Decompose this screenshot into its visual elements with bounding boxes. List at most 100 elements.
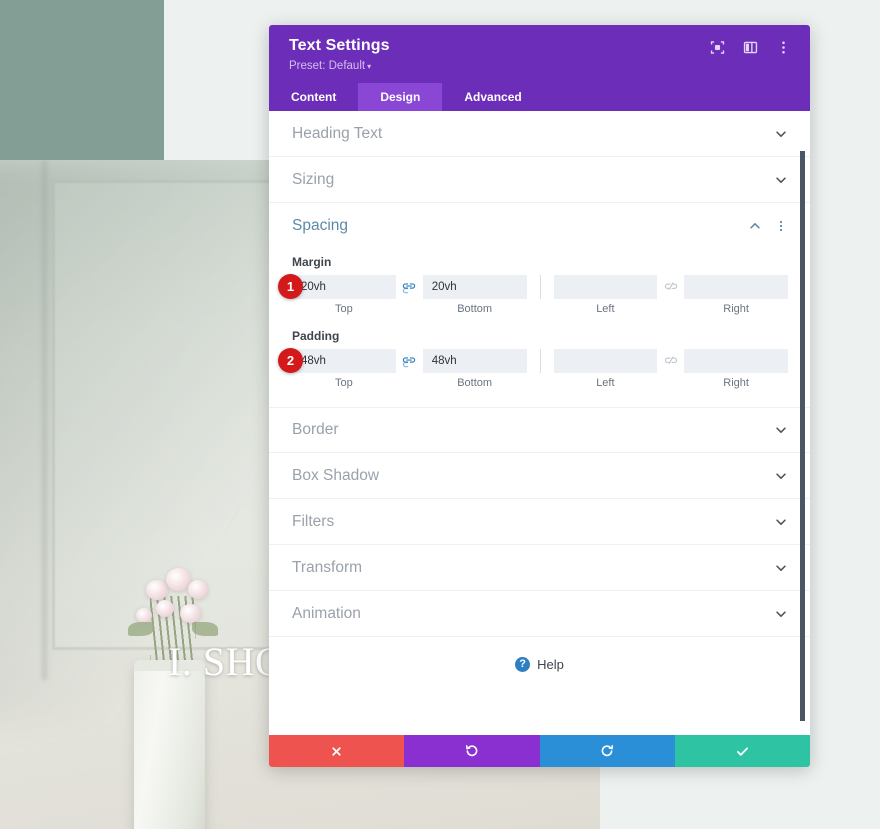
settings-scroll-area: Heading Text Sizing Spacing Margin 1 20v… <box>269 111 810 735</box>
padding-fields-row: 2 <box>278 348 788 373</box>
preset-selector[interactable]: Preset: Default ▾ <box>289 59 390 74</box>
section-label: Filters <box>292 512 335 530</box>
section-label: Heading Text <box>292 124 383 142</box>
annotation-badge-1: 1 <box>278 274 303 299</box>
padding-horizontal-pair <box>553 349 788 373</box>
padding-top-label: Top <box>335 377 353 389</box>
padding-bottom-label: Bottom <box>457 377 493 389</box>
section-heading-text[interactable]: Heading Text <box>269 111 810 157</box>
vase <box>134 660 205 829</box>
green-color-block <box>0 0 164 160</box>
padding-vertical-pair <box>292 349 527 373</box>
chevron-down-icon: ▾ <box>367 62 372 71</box>
margin-vertical-pair <box>292 275 527 299</box>
chevron-down-icon <box>774 469 788 483</box>
section-transform[interactable]: Transform <box>269 545 810 591</box>
margin-top-input[interactable] <box>292 275 396 299</box>
hero-overlay-heading: I. SHO <box>168 639 285 684</box>
link-chain-icon-padding-vertical[interactable] <box>396 349 423 373</box>
padding-top-input[interactable] <box>292 349 396 373</box>
flower-bloom <box>146 580 168 600</box>
flower-bloom <box>180 604 201 623</box>
modal-title: Text Settings <box>289 37 390 54</box>
margin-group-label: Margin <box>292 255 332 269</box>
margin-divider <box>539 275 541 299</box>
margin-left-label: Left <box>596 303 615 315</box>
padding-left-label: Left <box>596 377 615 389</box>
close-icon <box>330 745 343 758</box>
vertical-scrollbar[interactable] <box>800 151 805 721</box>
chevron-down-icon <box>774 423 788 437</box>
photo-wall-seam-left <box>42 160 47 680</box>
flower-bloom <box>136 608 152 623</box>
check-icon <box>735 744 750 759</box>
modal-footer <box>269 735 810 767</box>
chevron-down-icon <box>774 173 788 187</box>
margin-bottom-label: Bottom <box>457 303 493 315</box>
tab-design[interactable]: Design <box>358 83 443 111</box>
section-filters[interactable]: Filters <box>269 499 810 545</box>
modal-header: Text Settings Preset: Default ▾ <box>269 25 810 83</box>
preset-label: Preset: Default <box>289 60 366 72</box>
kebab-menu-icon[interactable] <box>774 219 788 233</box>
undo-icon <box>464 743 480 759</box>
help-icon: ? <box>515 657 531 672</box>
screen: I. SHO Text Settings Preset: Default ▾ C… <box>0 0 880 829</box>
padding-right-label: Right <box>723 377 749 389</box>
tab-advanced[interactable]: Advanced <box>442 83 543 111</box>
chevron-up-icon[interactable] <box>748 219 762 233</box>
margin-top-label: Top <box>335 303 353 315</box>
help-label: Help <box>537 657 564 672</box>
modal-body: Heading Text Sizing Spacing Margin 1 20v… <box>269 111 810 735</box>
focus-icon[interactable] <box>709 39 726 56</box>
section-label: Box Shadow <box>292 466 380 484</box>
margin-horizontal-pair <box>553 275 788 299</box>
margin-right-input[interactable] <box>684 275 788 299</box>
chevron-down-icon <box>774 127 788 141</box>
chevron-down-icon <box>774 515 788 529</box>
spacing-controls: Margin 1 20vh 20vh Top Bottom Left Right… <box>269 255 810 407</box>
link-chain-icon-margin-vertical[interactable] <box>396 275 423 299</box>
padding-bottom-input[interactable] <box>422 349 527 373</box>
cancel-button[interactable] <box>269 735 405 767</box>
padding-left-input[interactable] <box>553 349 658 373</box>
broken-chain-icon-padding-horizontal[interactable] <box>657 349 684 373</box>
annotation-badge-2: 2 <box>278 348 303 373</box>
section-sizing[interactable]: Sizing <box>269 157 810 203</box>
section-animation[interactable]: Animation <box>269 591 810 637</box>
padding-group-label: Padding <box>292 329 340 343</box>
margin-fields-row: 1 <box>278 274 788 299</box>
section-spacing-actions <box>748 219 788 233</box>
chevron-down-icon <box>774 561 788 575</box>
flower-bloom <box>188 580 208 599</box>
text-settings-modal: Text Settings Preset: Default ▾ Content … <box>269 25 810 767</box>
section-label: Sizing <box>292 170 335 188</box>
margin-vertical-labels: Top Bottom <box>292 303 527 315</box>
redo-icon <box>599 743 615 759</box>
margin-right-label: Right <box>723 303 749 315</box>
section-border[interactable]: Border <box>269 407 810 453</box>
broken-chain-icon-margin-horizontal[interactable] <box>657 275 684 299</box>
flower-bloom <box>156 600 174 617</box>
margin-bottom-input[interactable] <box>422 275 527 299</box>
section-label: Spacing <box>292 217 349 234</box>
modal-header-actions <box>709 36 792 56</box>
redo-button[interactable] <box>539 735 675 767</box>
tab-content[interactable]: Content <box>269 83 358 111</box>
save-button[interactable] <box>674 735 810 767</box>
layout-columns-icon[interactable] <box>742 39 759 56</box>
section-spacing: Spacing Margin 1 20vh 20vh Top Bottom Le… <box>269 203 810 407</box>
section-box-shadow[interactable]: Box Shadow <box>269 453 810 499</box>
padding-horizontal-labels: Left Right <box>554 377 789 389</box>
margin-left-input[interactable] <box>553 275 658 299</box>
undo-button[interactable] <box>404 735 540 767</box>
padding-labels-row: Top Bottom Left Right <box>292 377 788 389</box>
chevron-down-icon <box>774 607 788 621</box>
help-row[interactable]: ? Help <box>269 637 810 690</box>
section-spacing-header[interactable]: Spacing <box>269 203 810 249</box>
flower-leaf <box>128 622 154 636</box>
padding-right-input[interactable] <box>684 349 788 373</box>
kebab-menu-icon[interactable] <box>775 39 792 56</box>
padding-divider <box>539 349 541 373</box>
modal-tabs: Content Design Advanced <box>269 83 810 111</box>
